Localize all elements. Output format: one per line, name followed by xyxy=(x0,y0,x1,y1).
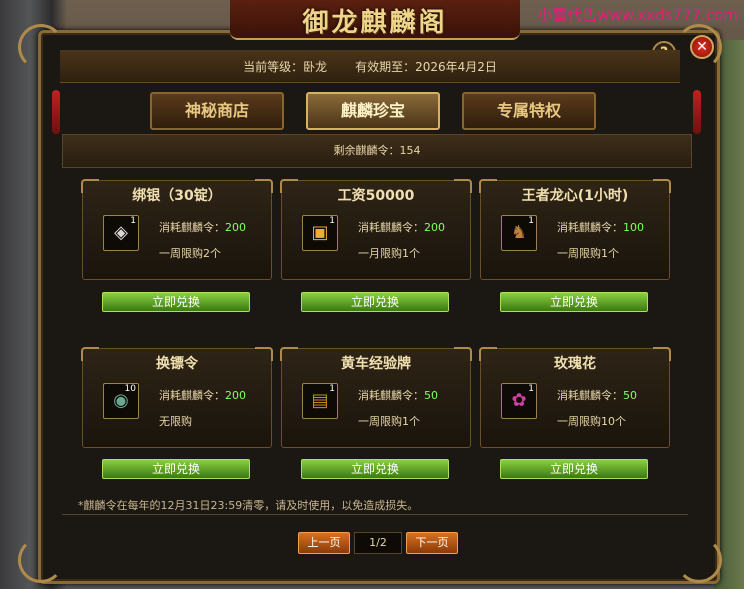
purchase-limit: 一周限购1个 xyxy=(358,415,420,428)
red-tassel xyxy=(693,90,701,134)
item-card: 王者龙心(1小时) ♞ 1 消耗麒麟令：100 一周限购1个 xyxy=(479,179,671,280)
item-quantity: 1 xyxy=(528,216,534,226)
tab-bar: 神秘商店 麒麟珍宝 专属特权 xyxy=(150,92,596,130)
close-button[interactable]: ✕ xyxy=(690,35,714,59)
cost-value: 200 xyxy=(225,389,246,402)
item-quantity: 10 xyxy=(124,384,136,394)
prev-page-button[interactable]: 上一页 xyxy=(298,532,350,554)
redeem-button[interactable]: 立即兑换 xyxy=(301,292,449,312)
redeem-button[interactable]: 立即兑换 xyxy=(102,459,250,479)
silver-ingot-icon[interactable]: ◈ 1 xyxy=(103,215,139,251)
title-banner: 御龙麒麟阁 xyxy=(230,0,520,40)
cost-label: 消耗麒麟令： xyxy=(159,221,225,234)
pagination: 上一页 1/2 下一页 xyxy=(298,532,458,554)
item-quantity: 1 xyxy=(528,384,534,394)
item-card: 工资50000 ▣ 1 消耗麒麟令：200 一月限购1个 xyxy=(280,179,472,280)
item-name: 工资50000 xyxy=(337,188,415,204)
item-quantity: 1 xyxy=(329,384,335,394)
corner-ornament xyxy=(18,24,64,70)
gold-treasure-icon[interactable]: ▣ 1 xyxy=(302,215,338,251)
remaining-tokens: 剩余麒麟令：154 xyxy=(62,134,692,168)
item-card: 绑银（30锭） ◈ 1 消耗麒麟令：200 一周限购2个 xyxy=(81,179,273,280)
item-name: 王者龙心(1小时) xyxy=(521,188,629,204)
cost-value: 200 xyxy=(424,221,445,234)
item-name: 绑银（30锭） xyxy=(132,188,222,204)
tab-qilin-treasure[interactable]: 麒麟珍宝 xyxy=(306,92,440,130)
item-cost: 消耗麒麟令：200 xyxy=(159,219,246,235)
corner-ornament xyxy=(676,537,722,583)
rose-icon[interactable]: ✿ 1 xyxy=(501,383,537,419)
cost-label: 消耗麒麟令： xyxy=(358,221,424,234)
cost-value: 100 xyxy=(623,221,644,234)
corner-ornament xyxy=(18,537,64,583)
item-card: 换镖令 ◉ 10 消耗麒麟令：200 无限购 xyxy=(81,347,273,448)
expiry-text: 有效期至：2026年4月2日 xyxy=(355,59,497,74)
redeem-button[interactable]: 立即兑换 xyxy=(301,459,449,479)
next-page-button[interactable]: 下一页 xyxy=(406,532,458,554)
tab-mystery-shop[interactable]: 神秘商店 xyxy=(150,92,284,130)
level-text: 当前等级：卧龙 xyxy=(243,59,328,74)
item-cost: 消耗麒麟令：200 xyxy=(358,219,445,235)
window-title: 御龙麒麟阁 xyxy=(302,8,448,38)
purchase-limit: 一周限购2个 xyxy=(159,247,221,260)
escort-token-icon[interactable]: ◉ 10 xyxy=(103,383,139,419)
purchase-limit: 一周限购10个 xyxy=(557,415,626,428)
item-name: 黄车经验牌 xyxy=(341,356,411,372)
watermark-text: 小雪代售www.xxds777.com xyxy=(537,6,738,24)
reset-note: *麒麟令在每年的12月31日23:59清零，请及时使用，以免造成损失。 xyxy=(78,499,419,512)
item-card: 黄车经验牌 ▤ 1 消耗麒麟令：50 一周限购1个 xyxy=(280,347,472,448)
redeem-button[interactable]: 立即兑换 xyxy=(102,292,250,312)
item-cost: 消耗麒麟令：50 xyxy=(557,387,637,403)
redeem-button[interactable]: 立即兑换 xyxy=(500,459,648,479)
cost-label: 消耗麒麟令： xyxy=(159,389,225,402)
cost-value: 50 xyxy=(424,389,438,402)
item-quantity: 1 xyxy=(130,216,136,226)
item-cost: 消耗麒麟令：200 xyxy=(159,387,246,403)
cost-label: 消耗麒麟令： xyxy=(358,389,424,402)
item-name: 换镖令 xyxy=(156,356,198,372)
yellow-cart-icon[interactable]: ▤ 1 xyxy=(302,383,338,419)
item-quantity: 1 xyxy=(329,216,335,226)
cost-value: 200 xyxy=(225,221,246,234)
dragon-heart-icon[interactable]: ♞ 1 xyxy=(501,215,537,251)
item-card: 玫瑰花 ✿ 1 消耗麒麟令：50 一周限购10个 xyxy=(479,347,671,448)
cost-label: 消耗麒麟令： xyxy=(557,221,623,234)
info-bar: 当前等级：卧龙 有效期至：2026年4月2日 xyxy=(60,50,680,83)
item-cost: 消耗麒麟令：50 xyxy=(358,387,438,403)
page-indicator: 1/2 xyxy=(354,532,402,554)
purchase-limit: 一月限购1个 xyxy=(358,247,420,260)
divider xyxy=(62,514,688,515)
red-tassel xyxy=(52,90,60,134)
redeem-button[interactable]: 立即兑换 xyxy=(500,292,648,312)
cost-value: 50 xyxy=(623,389,637,402)
purchase-limit: 无限购 xyxy=(159,415,192,428)
tab-exclusive-privilege[interactable]: 专属特权 xyxy=(462,92,596,130)
purchase-limit: 一周限购1个 xyxy=(557,247,619,260)
item-name: 玫瑰花 xyxy=(554,356,596,372)
cost-label: 消耗麒麟令： xyxy=(557,389,623,402)
item-cost: 消耗麒麟令：100 xyxy=(557,219,644,235)
